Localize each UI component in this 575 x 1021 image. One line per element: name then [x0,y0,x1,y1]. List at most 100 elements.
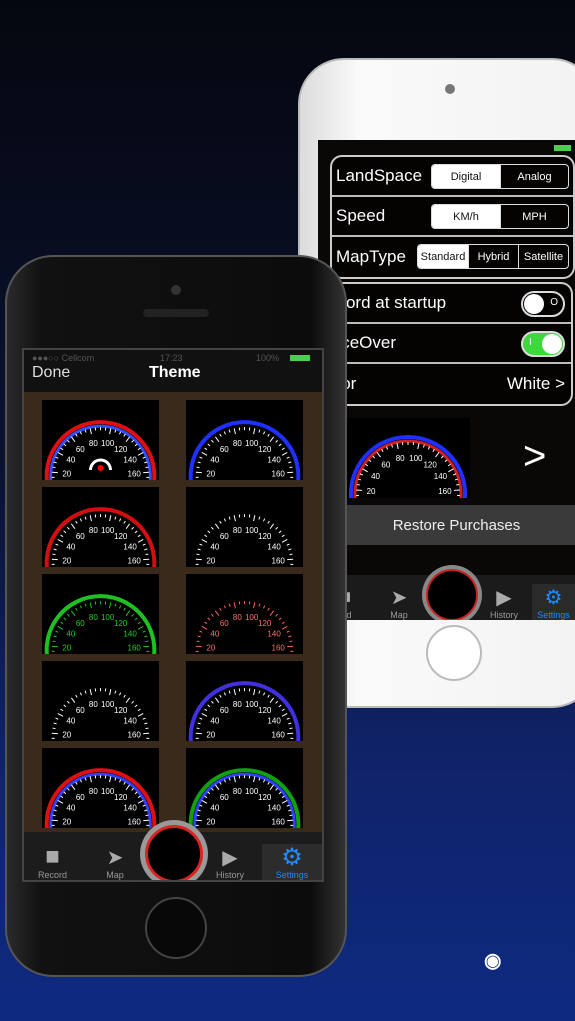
play-file-icon: ▶ [496,586,512,609]
gauge-tick-label: 120 [114,532,128,541]
theme-option[interactable]: 020406080100120140160180 [42,661,159,755]
gauge-tick-label: 80 [233,526,242,535]
gauge-tick-label: 120 [423,460,437,469]
gauge-tick-label: 80 [396,454,405,463]
setting-label: LandSpace [336,166,423,185]
tab-history[interactable]: History [490,610,518,620]
settings-group-toggles: ecord at startupOoiceOverIolorWhite > [328,282,573,406]
setting-row-speed: Speed KM/h MPH [332,197,573,237]
gauge-tick-label: 100 [245,700,259,709]
gauge-tick-label: 40 [66,543,75,552]
tab-record[interactable]: Record [38,870,67,880]
tab-settings[interactable]: Settings [537,610,570,620]
gauge-tick-label: 120 [114,445,128,454]
speedometer-tab[interactable] [422,565,482,620]
theme-screen: ●●●○○ Cellcom 17:23 100% Done Theme 0204… [22,348,324,882]
color-value: White > [506,374,565,393]
watermark-logo: ◉ [484,950,502,972]
gauge-tick-label: 40 [371,472,380,481]
theme-option[interactable]: 020406080100120140160180 [186,400,303,496]
speedometer-tab[interactable] [140,820,208,880]
gauge-tick-label: 80 [89,700,98,709]
gauge-tick-label: 80 [89,439,98,448]
tab-history[interactable]: History [216,870,244,880]
gauge-tick-label: 80 [89,613,98,622]
toggle-row: oiceOver I [328,324,571,364]
theme-option[interactable]: 020406080100120140160180 [42,400,159,496]
theme-option[interactable]: 020406080100120140160180 [186,748,303,844]
gauge-tick-label: 140 [123,804,137,813]
chevron-right-icon[interactable]: > [523,434,546,479]
navigation-bar: ●●●○○ Cellcom 17:23 100% Done Theme [24,350,322,392]
segment-option[interactable]: KM/h [432,205,500,228]
page-title: Theme [149,364,201,381]
gauge-tick-label: 40 [66,456,75,465]
toggle-switch[interactable]: O [521,291,565,317]
gauge-tick-label: 40 [66,804,75,813]
gauge-tick-label: 40 [210,804,219,813]
home-button[interactable] [426,625,482,681]
camera [171,285,181,295]
toggle-row: ecord at startup O [328,284,571,324]
toggle-switch[interactable]: I [521,331,565,357]
gauge-tick-label: 140 [267,456,281,465]
setting-label: Speed [336,206,386,225]
theme-option[interactable]: 020406080100120140160180 [42,574,159,670]
gauge-tick-label: 80 [233,439,242,448]
gauge-tick-label: 20 [62,469,71,478]
tab-bar: ■ord ➤Map ▶History ⚙Settings [318,565,575,620]
segment-option[interactable]: Hybrid [468,245,518,268]
gauge-tick-label: 20 [206,730,215,739]
gauge-tick-label: 120 [258,532,272,541]
gauge-tick-label: 40 [66,630,75,639]
gauge-tick-label: 20 [206,556,215,565]
gauge-tick-label: 160 [272,556,286,565]
color-row[interactable]: olorWhite > [328,364,571,404]
theme-option[interactable]: 020406080100120140160180 [186,661,303,757]
gauge-tick-label: 140 [267,804,281,813]
home-button[interactable] [145,897,207,959]
gauge-tick-label: 100 [101,526,115,535]
tab-map[interactable]: Map [390,610,408,620]
segmented-control: Standard Hybrid Satellite [417,244,569,269]
gauge-tick-label: 100 [245,526,259,535]
gauge-tick-label: 60 [220,532,229,541]
gauge-tick-label: 60 [76,619,85,628]
gauge-tick-label: 40 [210,456,219,465]
tab-map[interactable]: Map [106,870,124,880]
theme-option[interactable]: 020406080100120140160180 [42,748,159,844]
segmented-control: KM/h MPH [431,204,569,229]
segmented-control: Digital Analog [431,164,569,189]
theme-option[interactable]: 020406080100120140160180 [186,487,303,581]
carrier: ●●●○○ Cellcom [32,353,95,363]
gauge-tick-label: 60 [220,793,229,802]
gauge-tick-label: 160 [272,469,286,478]
gauge-tick-label: 100 [101,700,115,709]
theme-option[interactable]: 020406080100120140160180 [42,487,159,583]
gauge-tick-label: 40 [210,630,219,639]
gauge-tick-label: 160 [272,643,286,652]
setting-row-landspace: LandSpace Digital Analog [332,157,573,197]
segment-option[interactable]: Analog [500,165,568,188]
tab-settings[interactable]: Settings [276,870,309,880]
theme-option[interactable]: 020406080100120140160180 [186,574,303,668]
battery-percent: 100% [256,353,280,363]
segment-option[interactable]: Digital [432,165,500,188]
video-camera-icon: ■ [45,843,60,870]
gauge-tick-label: 160 [128,643,142,652]
segment-option[interactable]: Satellite [518,245,568,268]
done-button[interactable]: Done [32,364,70,382]
restore-purchases-button[interactable]: Restore Purchases [338,505,575,545]
segment-option[interactable]: Standard [418,245,468,268]
segment-option[interactable]: MPH [500,205,568,228]
gauge-tick-label: 140 [123,630,137,639]
gear-icon: ⚙ [544,586,563,609]
setting-label: MapType [336,247,406,266]
gauge-tick-label: 140 [267,630,281,639]
gauge-tick-label: 60 [381,460,390,469]
theme-preview[interactable]: 020406080100120140160180 [346,418,470,515]
gauge-tick-label: 20 [62,643,71,652]
settings-screen: LandSpace Digital Analog Speed KM/h MPH MapTyp… [318,140,575,620]
gauge-tick-label: 160 [272,730,286,739]
gauge-tick-label: 160 [272,817,286,826]
